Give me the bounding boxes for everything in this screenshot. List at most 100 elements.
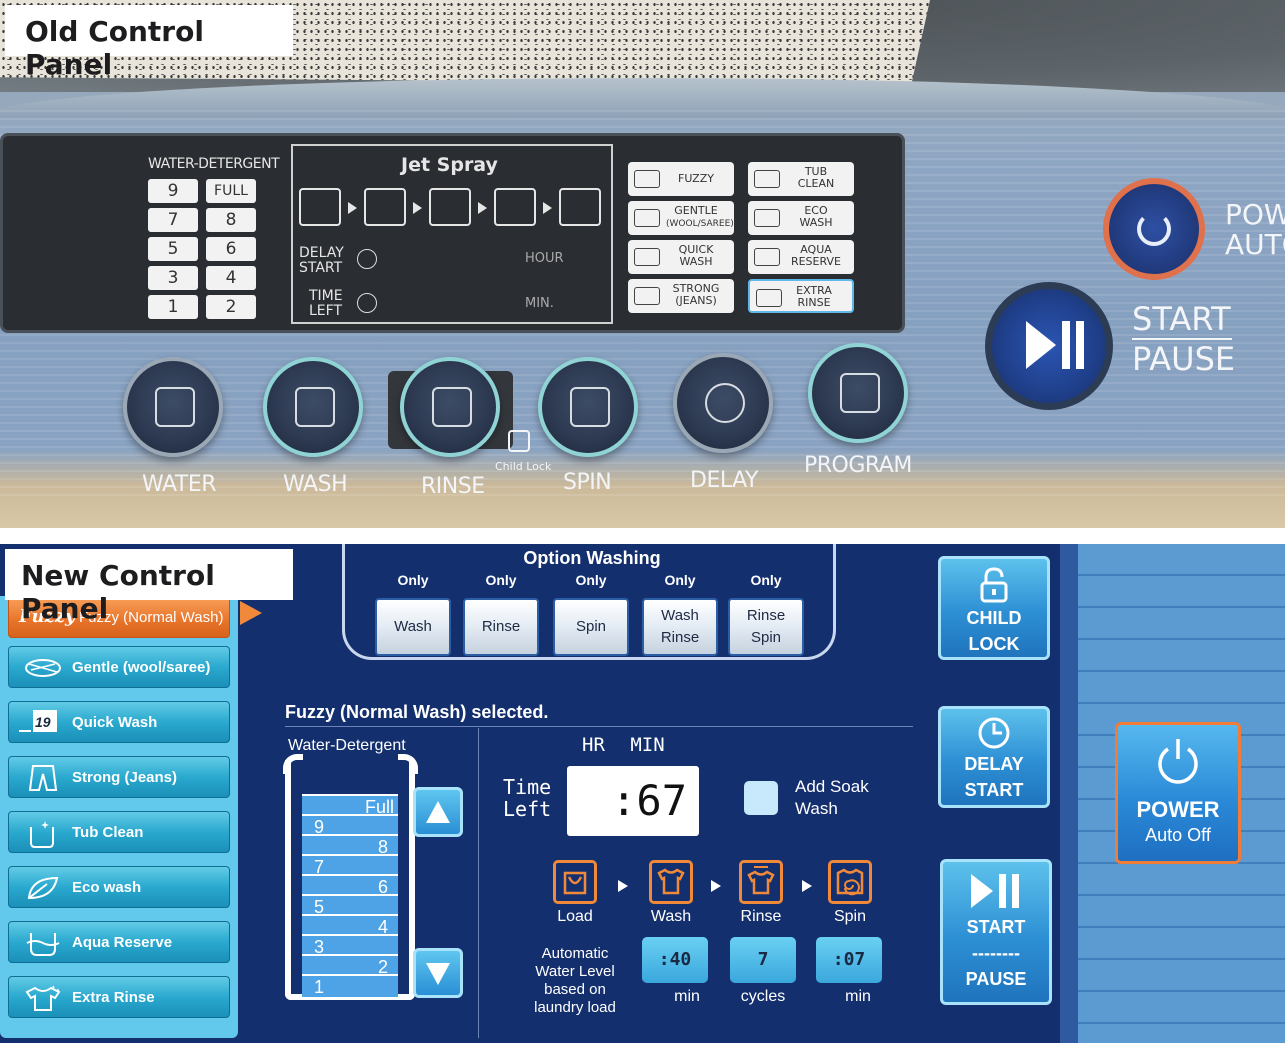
quick-wash-icon: 19 [19,710,59,738]
spin-icon [828,860,872,904]
wash-icon [649,860,693,904]
rinse-spin-only-button[interactable]: Rinse Spin [728,598,804,656]
level-row[interactable]: 6 [302,874,398,896]
arrow-right-icon [478,202,487,214]
old-level-key: 2 [206,295,256,319]
new-panel-caption: New Control Panel [5,549,293,625]
selection-arrow-icon [240,601,262,625]
old-program-quick: QUICK WASH [628,240,734,274]
level-down-button[interactable] [413,948,463,998]
option-wash-only: Only Wash [375,572,451,656]
level-row[interactable]: 8 [302,834,398,856]
play-pause-icon [971,874,1021,910]
play-icon [1026,321,1056,369]
tub-icon [754,170,780,188]
old-level-key: 1 [148,295,198,319]
arrow-right-icon [413,202,422,214]
option-wash-rinse-only: Only Wash Rinse [642,572,718,656]
old-delay-knob [673,353,773,453]
delay-start-button[interactable]: DELAY START [938,706,1050,808]
only-label: Only [575,572,607,588]
program-label: Quick Wash [72,714,158,731]
old-spin-knob [538,357,638,457]
gentle-icon [634,209,660,227]
level-row[interactable]: 3 [302,934,398,956]
power-label: POWER [1136,797,1220,822]
load-icon [553,860,597,904]
tub-rim [398,754,418,774]
spin-duration-value[interactable]: :07 [816,937,882,983]
old-knob-label: RINSE [421,474,485,499]
spin-duration-unit: min [845,988,871,1005]
old-level-key: FULL [206,179,256,203]
rinse-only-button[interactable]: Rinse [463,598,539,656]
old-knob-label: SPIN [563,470,612,495]
old-program-gentle: GENTLE (WOOL/SAREE) [628,201,734,235]
program-extra-rinse-button[interactable]: Extra Rinse [8,976,230,1018]
program-sidebar: Fuzzy Fuzzy (Normal Wash) Gentle (wool/s… [0,596,238,1038]
rinse-icon [739,860,783,904]
arrow-right-icon [618,880,628,892]
level-row[interactable]: 9 [302,814,398,836]
lock-icon [974,565,1014,605]
water-level-fill: Full 9 8 7 6 5 4 3 2 1 [302,794,398,997]
program-eco-button[interactable]: Eco wash [8,866,230,908]
old-level-key: 7 [148,208,198,232]
old-rinse-icon [494,188,536,226]
old-program-knob [808,343,908,443]
only-label: Only [750,572,782,588]
old-program-fuzzy: FUZZY [628,162,734,196]
level-row[interactable]: 5 [302,894,398,916]
old-delay-start-label: DELAY START [299,245,344,276]
old-spin-icon [559,188,601,226]
rinse-cycles-value[interactable]: 7 [730,937,796,983]
aqua-icon [23,929,63,957]
old-level-key: 6 [206,237,256,261]
start-pause-button[interactable]: START -------- PAUSE [940,859,1052,1005]
program-strong-button[interactable]: Strong (Jeans) [8,756,230,798]
program-aqua-button[interactable]: Aqua Reserve [8,921,230,963]
rinse-icon [432,387,472,427]
program-label: Tub Clean [72,824,144,841]
child-lock-button[interactable]: CHILD LOCK [938,556,1050,660]
level-row[interactable]: 4 [302,914,398,936]
old-level-key: 3 [148,266,198,290]
automatic-water-level-note: Automatic Water Level based on laundry l… [534,945,616,1016]
program-label: Aqua Reserve [72,934,173,951]
old-display-panel: WATER-DETERGENT 9 FULL 7 8 5 6 3 4 1 2 J… [0,133,905,449]
old-rinse-icon [429,188,471,226]
spin-only-button[interactable]: Spin [553,598,629,656]
level-row[interactable]: Full [302,794,398,816]
program-gentle-button[interactable]: Gentle (wool/saree) [8,646,230,688]
status-message: Fuzzy (Normal Wash) selected. [285,702,549,722]
level-row[interactable]: 1 [302,974,398,996]
program-label: Eco wash [72,879,142,896]
option-rinse-only: Only Rinse [463,572,539,656]
arrow-right-icon [711,880,721,892]
level-row[interactable]: 7 [302,854,398,876]
old-load-icon [299,188,341,226]
arrow-down-icon [426,963,450,985]
old-child-lock-label: Child Lock [495,460,552,473]
old-program-aqua: AQUA RESERVE [748,240,854,274]
wash-duration-value[interactable]: :40 [642,937,708,983]
program-quick-wash-button[interactable]: 19 Quick Wash [8,701,230,743]
wash-rinse-only-button[interactable]: Wash Rinse [642,598,718,656]
old-program-eco: ECO WASH [748,201,854,235]
program-tub-clean-button[interactable]: Tub Clean [8,811,230,853]
old-water-detergent-label: WATER-DETERGENT [148,156,280,172]
old-power-label: POWAUTO [1225,198,1285,261]
old-power-button [1103,178,1205,280]
old-level-key: 8 [206,208,256,232]
rinse-icon [23,984,63,1012]
add-soak-label: Add Soak Wash [795,777,869,818]
option-washing-title: Option Washing [523,548,661,568]
add-soak-checkbox[interactable] [744,781,778,815]
power-button[interactable]: POWER Auto Off [1115,722,1241,864]
wash-only-button[interactable]: Wash [375,598,451,656]
clock-icon [357,293,377,313]
old-water-knob [123,357,223,457]
level-row[interactable]: 2 [302,954,398,976]
level-up-button[interactable] [413,787,463,837]
clock-icon [705,383,745,423]
